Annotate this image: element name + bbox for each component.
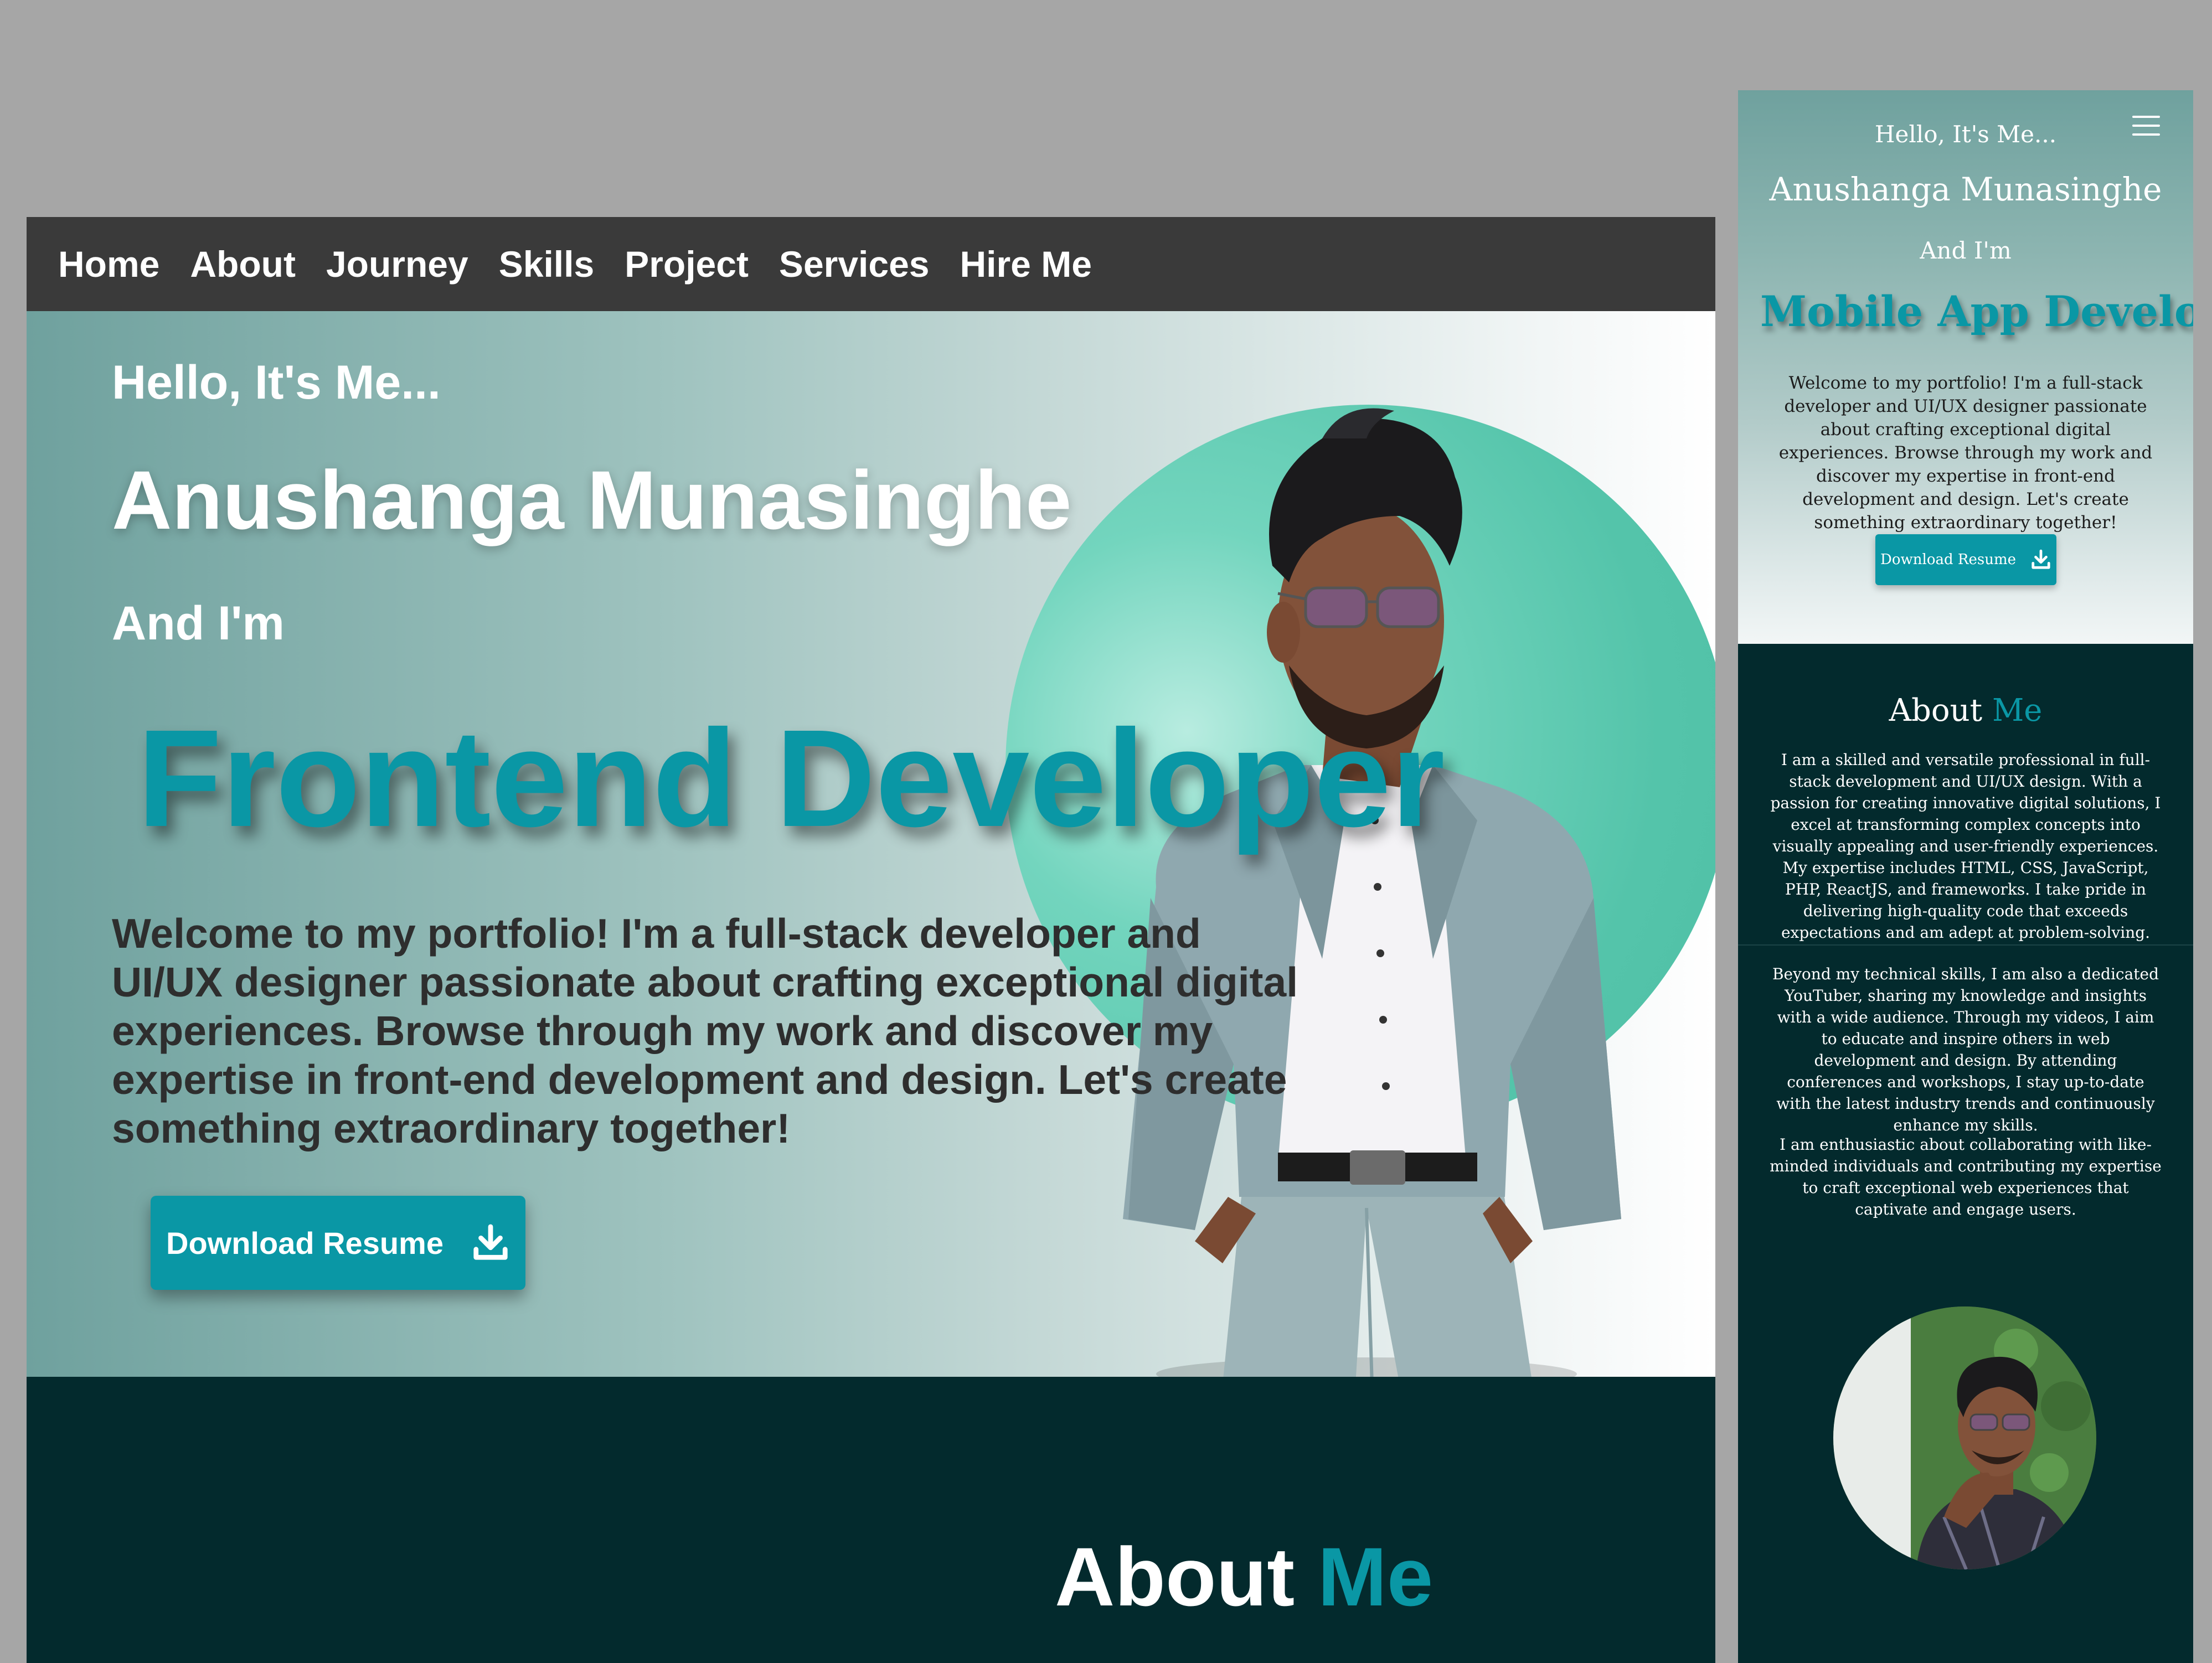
download-resume-label: Download Resume [166, 1225, 444, 1261]
nav-journey[interactable]: Journey [326, 243, 468, 285]
mobile-about-divider [1738, 944, 2193, 946]
mobile-preview: Hello, It's Me... Anushanga Munasinghe A… [1738, 90, 2193, 1663]
mobile-hero-section: Hello, It's Me... Anushanga Munasinghe A… [1738, 90, 2193, 644]
mobile-hero-and-im: And I'm [1920, 237, 2012, 264]
mobile-about-paragraph-2: Beyond my technical skills, I am also a … [1772, 965, 2159, 1134]
about-section: About Me [27, 1377, 1715, 1663]
hero-greeting: Hello, It's Me... [112, 356, 441, 409]
nav-skills[interactable]: Skills [499, 243, 594, 285]
profile-photo [1123, 408, 1621, 1377]
desktop-preview: Home About Journey Skills Project Servic… [27, 217, 1715, 1663]
mobile-download-resume-label: Download Resume [1880, 551, 2016, 568]
mobile-hero-greeting: Hello, It's Me... [1874, 121, 2057, 148]
download-resume-button[interactable]: Download Resume [151, 1196, 525, 1290]
about-title: About Me [1055, 1529, 1433, 1625]
hero-role: Frontend Developer [137, 701, 1445, 855]
nav-about[interactable]: About [190, 243, 296, 285]
mobile-about-section: About Me I am a skilled and versatile pr… [1738, 644, 2193, 1663]
about-title-accent: Me [1317, 1530, 1434, 1623]
mobile-about-title-main: About [1889, 693, 1983, 729]
nav-services[interactable]: Services [779, 243, 930, 285]
download-icon [473, 1224, 508, 1260]
download-icon [2031, 549, 2050, 569]
navbar: Home About Journey Skills Project Servic… [27, 217, 1715, 311]
hero-section: Hello, It's Me... Anushanga Munasinghe A… [27, 311, 1715, 1377]
hero-name: Anushanga Munasinghe [112, 453, 1072, 546]
mobile-about-avatar-photo [1833, 1306, 2096, 1569]
hero-description: Welcome to my portfolio! I'm a full-stac… [112, 910, 1298, 1151]
mobile-hero-name: Anushanga Munasinghe [1769, 171, 2162, 208]
about-title-main: About [1055, 1530, 1295, 1623]
mobile-download-resume-button[interactable]: Download Resume [1875, 534, 2056, 585]
mobile-about-title: About Me [1738, 693, 2193, 729]
mobile-about-title-accent: Me [1992, 693, 2043, 729]
nav-home[interactable]: Home [58, 243, 159, 285]
mobile-about-paragraph-3: I am enthusiastic about collaborating wi… [1770, 1135, 2162, 1218]
mobile-about-avatar [1833, 1306, 2096, 1569]
hero-and-im: And I'm [112, 597, 285, 650]
mobile-about-paragraph-1: I am a skilled and versatile professiona… [1770, 751, 2161, 942]
nav-hire-me[interactable]: Hire Me [960, 243, 1092, 285]
nav-project[interactable]: Project [625, 243, 749, 285]
mobile-hero-description: Welcome to my portfolio! I'm a full-stac… [1778, 373, 2153, 533]
mobile-hero-role: Mobile App Developer| [1760, 287, 2193, 336]
